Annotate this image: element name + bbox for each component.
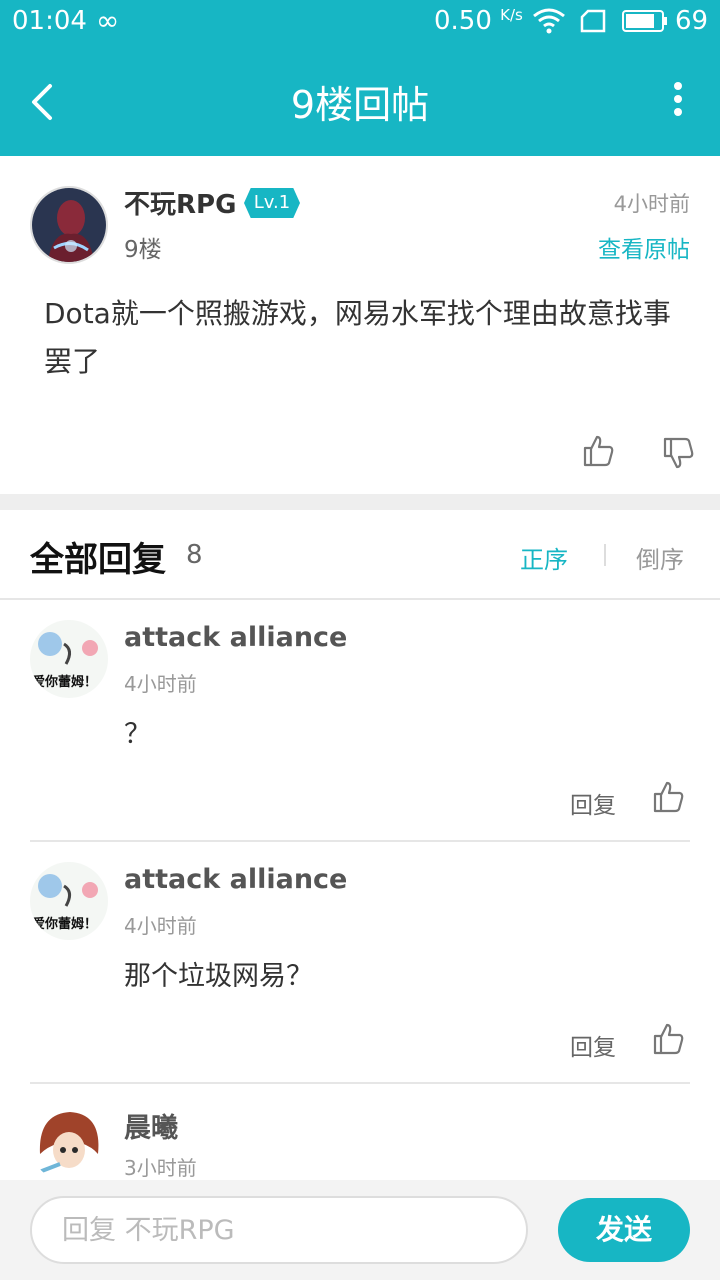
- more-options-icon[interactable]: [672, 82, 684, 122]
- reply-author-name[interactable]: attack alliance: [124, 622, 347, 653]
- reply-author-name[interactable]: attack alliance: [124, 864, 347, 895]
- reply-input-bar: 发送: [0, 1180, 720, 1280]
- post-content: Dota就一个照搬游戏，网易水军找个理由故意找事罢了: [44, 297, 671, 378]
- network-speed: 0.50 K/s: [434, 6, 523, 36]
- reply-button[interactable]: 回复: [570, 1028, 616, 1062]
- thumbs-up-icon[interactable]: [582, 434, 616, 468]
- level-badge: Lv.1: [244, 188, 300, 218]
- thumbs-up-icon[interactable]: [652, 1022, 686, 1056]
- reply-avatar[interactable]: 爱你蕾姆！: [30, 862, 108, 940]
- author-name[interactable]: 不玩RPG: [124, 184, 236, 221]
- svg-text:爱你蕾姆！: 爱你蕾姆！: [32, 916, 97, 932]
- replies-header: 全部回复 8 正序 倒序: [0, 510, 720, 600]
- reply-button[interactable]: 回复: [570, 786, 616, 820]
- reply-avatar[interactable]: 爱你蕾姆！: [30, 620, 108, 698]
- floor-post: 不玩RPG Lv.1 9楼 4小时前 查看原帖 Dota就一个照搬游戏，网易水军…: [0, 156, 720, 494]
- status-bar: 01:04 ∞ 0.50 K/s 69: [0, 0, 720, 44]
- reply-item: 爱你蕾姆！ attack alliance 4小时前 那个垃圾网易？ 回复: [0, 842, 720, 1084]
- sort-divider: [604, 544, 606, 566]
- reply-author-name[interactable]: 晨曦: [124, 1106, 178, 1145]
- floor-number: 9楼: [124, 237, 162, 263]
- status-time: 01:04: [12, 6, 87, 36]
- page-title: 9楼回帖: [290, 83, 430, 127]
- all-replies-title: 全部回复: [30, 540, 166, 580]
- battery-level: 69: [675, 6, 709, 36]
- reply-avatar[interactable]: [30, 1104, 108, 1180]
- thumbs-down-icon[interactable]: [662, 436, 696, 470]
- network-speed-value: 0.50: [434, 6, 492, 36]
- reply-item: 爱你蕾姆！ attack alliance 4小时前 ？ 回复: [0, 600, 720, 842]
- reply-item: 晨曦 3小时前: [0, 1084, 720, 1180]
- post-time: 4小时前: [613, 192, 690, 216]
- send-button[interactable]: 发送: [558, 1198, 690, 1262]
- sim-card-icon: [580, 9, 606, 33]
- reply-count: 8: [186, 540, 203, 570]
- reply-text: 那个垃圾网易？: [124, 961, 313, 992]
- wifi-icon: [533, 8, 565, 34]
- section-divider: [0, 494, 720, 510]
- infinity-icon: ∞: [96, 4, 120, 37]
- svg-text:爱你蕾姆！: 爱你蕾姆！: [32, 674, 97, 690]
- title-bar: 9楼回帖: [0, 44, 720, 156]
- reply-time: 4小时前: [124, 914, 197, 938]
- network-speed-unit: K/s: [500, 6, 523, 24]
- sort-ascending-tab[interactable]: 正序: [520, 540, 568, 575]
- thumbs-up-icon[interactable]: [652, 780, 686, 814]
- view-original-post-link[interactable]: 查看原帖: [598, 230, 690, 264]
- author-avatar[interactable]: [30, 186, 108, 264]
- reply-input[interactable]: [30, 1196, 528, 1264]
- sort-descending-tab[interactable]: 倒序: [636, 540, 684, 575]
- reply-time: 4小时前: [124, 672, 197, 696]
- reply-time: 3小时前: [124, 1156, 197, 1180]
- battery-icon: [622, 10, 667, 32]
- reply-text: ？: [124, 719, 151, 750]
